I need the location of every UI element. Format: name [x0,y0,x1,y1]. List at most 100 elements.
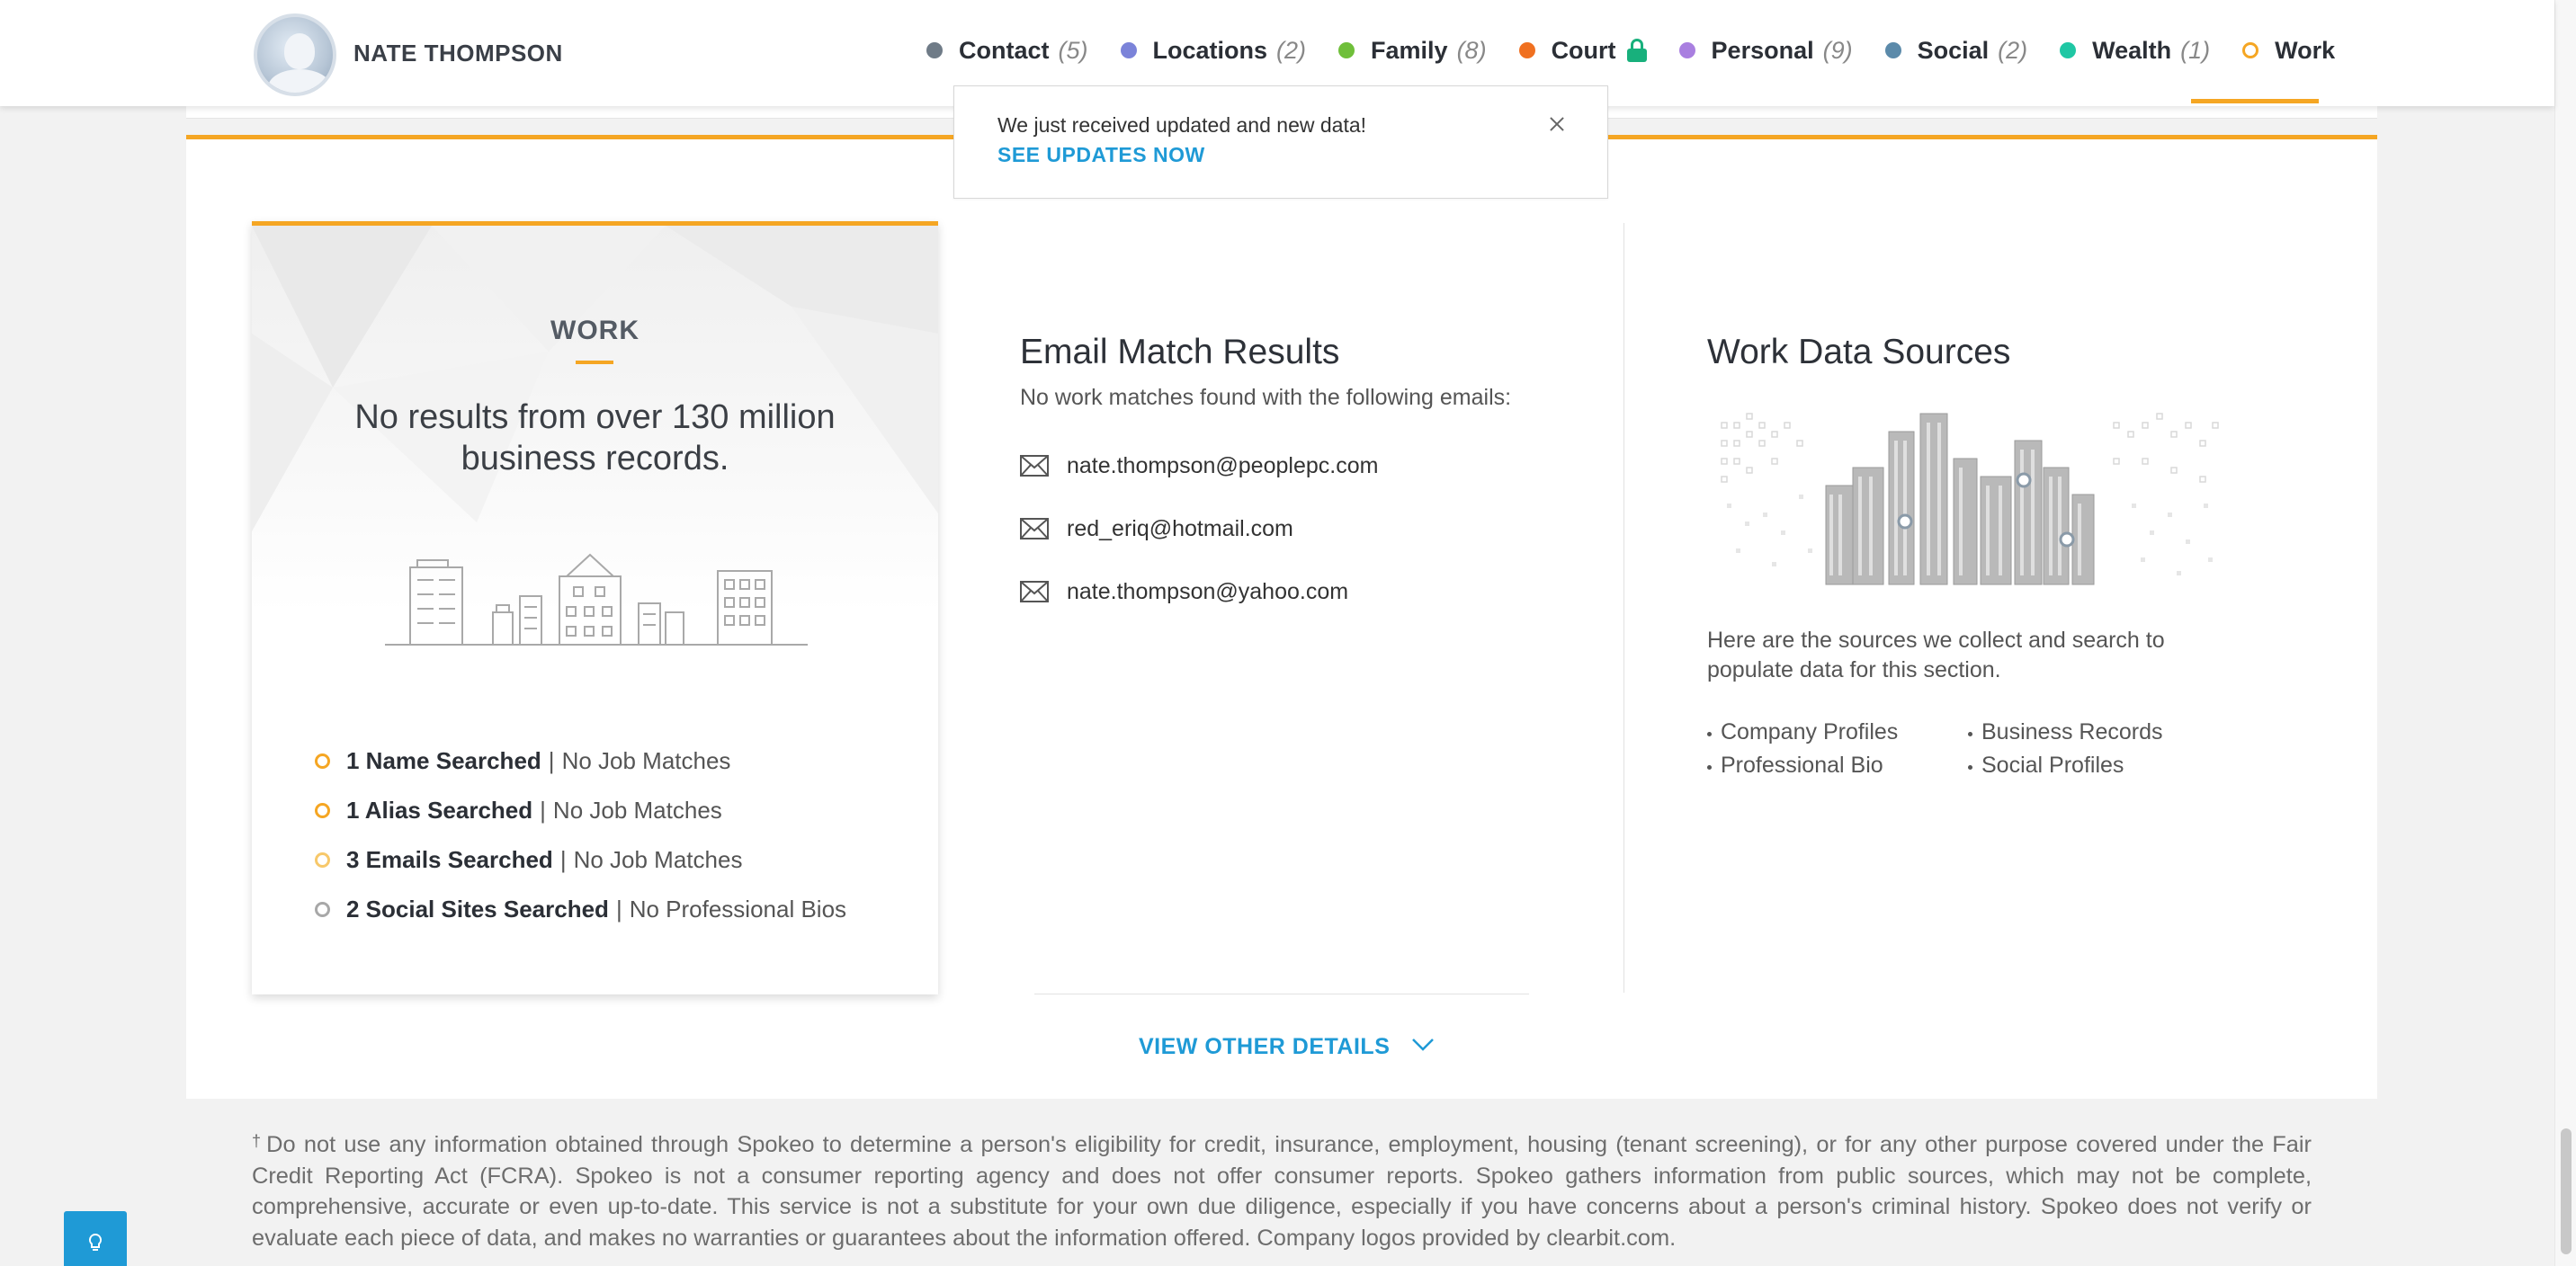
work-panel-title: WORK [550,316,640,345]
nav-label: Court [1551,36,1616,64]
nav-item-personal[interactable]: Personal (9) [1678,34,1853,67]
nav-count: (1) [2180,36,2211,64]
status-ring-icon [315,852,330,868]
nav-label: Locations [1152,36,1268,64]
email-match-heading: Email Match Results [1020,333,1340,371]
nav-label: Social [1917,36,1990,64]
social-dot-icon [1884,42,1901,58]
scrollbar-thumb[interactable] [2561,1128,2572,1254]
skyline-illustration [1721,413,2219,585]
email-address: red_eriq@hotmail.com [1067,515,1293,541]
work-summary-panel: WORK No results from over 130 million bu… [252,221,938,994]
list-item: Social Profiles [1968,753,2211,779]
email-address: nate.thompson@peoplepc.com [1067,452,1379,478]
nav-item-work[interactable]: Work [2242,34,2335,67]
nav-item-contact[interactable]: Contact (5) [926,34,1088,67]
source-label: Social Profiles [1981,753,2124,778]
envelope-icon [1020,455,1049,477]
nav-count: (8) [1456,36,1487,64]
list-item: nate.thompson@peoplepc.com [1020,434,1511,497]
update-toast: We just received updated and new data! S… [953,85,1608,199]
bullet-icon [1968,732,1972,736]
source-label: Company Profiles [1721,719,1899,744]
stat-separator: | [540,797,546,824]
view-other-details-button[interactable]: VIEW OTHER DETAILS [1139,1034,1435,1060]
bullet-icon [1707,732,1712,736]
data-sources-heading: Work Data Sources [1707,333,2011,371]
stat-detail: No Job Matches [552,797,722,824]
email-match-subtext: No work matches found with the following… [1020,385,1512,410]
work-ring-icon [2242,42,2259,58]
toast-message: We just received updated and new data! [997,113,1367,137]
status-ring-icon [315,753,330,769]
bullet-icon [1968,765,1972,770]
lock-body [1626,49,1647,62]
nav-count: (9) [1822,36,1853,64]
stat-label: 1 Alias Searched [346,797,533,824]
nav-count: (5) [1058,36,1088,64]
disclaimer-text: Do not use any information obtained thro… [252,1132,2312,1251]
avatar[interactable] [254,13,336,96]
list-item: Professional Bio [1707,753,1968,779]
email-list: nate.thompson@peoplepc.com red_eriq@hotm… [1020,434,1511,623]
stat-separator: | [559,846,567,873]
person-name: NATE THOMPSON [353,40,563,67]
locations-dot-icon [1120,42,1137,58]
nav-count: (2) [1276,36,1307,64]
nav-label: Contact [959,36,1050,64]
section-nav: Contact (5) Locations (2) Family (8) Cou… [926,34,2335,67]
list-item: Business Records [1968,719,2211,745]
email-match-column: Email Match Results No work matches foun… [1020,333,1511,623]
status-ring-icon [315,902,330,917]
data-sources-column: Work Data Sources [1707,333,2211,372]
list-item: 1 Name Searched | No Job Matches [315,736,846,786]
list-item: red_eriq@hotmail.com [1020,497,1511,560]
dagger-mark: † [252,1132,264,1150]
bullet-icon [1707,765,1712,770]
stat-separator: | [615,896,622,923]
stat-detail: No Job Matches [561,747,731,774]
nav-count: (2) [1998,36,2028,64]
title-accent-bar [576,361,613,364]
see-updates-link[interactable]: SEE UPDATES NOW [997,143,1205,167]
stat-detail: No Professional Bios [629,896,847,923]
search-stats-list: 1 Name Searched | No Job Matches 1 Alias… [315,736,846,934]
data-sources-list: Company Profiles Business Records Profes… [1707,719,2211,779]
city-buildings-icon [385,553,808,646]
active-tab-underline [2191,99,2319,103]
envelope-icon [1020,518,1049,539]
list-item: Company Profiles [1707,719,1968,745]
nav-label: Work [2275,36,2336,64]
lock-icon [1626,39,1647,62]
close-icon[interactable] [1546,113,1568,135]
column-divider [1623,223,1624,993]
nav-item-wealth[interactable]: Wealth (1) [2060,34,2210,67]
nav-item-locations[interactable]: Locations (2) [1120,34,1307,67]
family-dot-icon [1338,42,1355,58]
nav-item-family[interactable]: Family (8) [1338,34,1487,67]
page-scrollbar[interactable] [2554,0,2576,1266]
wealth-dot-icon [2060,42,2077,58]
nav-item-social[interactable]: Social (2) [1884,34,2028,67]
stat-label: 1 Name Searched [346,747,541,774]
court-dot-icon [1518,42,1535,58]
nav-item-court[interactable]: Court [1518,34,1647,67]
nav-label: Wealth [2092,36,2172,64]
lightbulb-icon [88,1233,103,1251]
contact-dot-icon [926,42,943,58]
stat-label: 3 Emails Searched [346,846,553,873]
nav-label: Personal [1711,36,1814,64]
stat-label: 2 Social Sites Searched [346,896,609,923]
view-details-label: VIEW OTHER DETAILS [1139,1034,1391,1059]
personal-dot-icon [1678,42,1695,58]
list-item: 2 Social Sites Searched | No Professiona… [315,885,846,934]
help-button[interactable] [64,1211,127,1266]
data-sources-description: Here are the sources we collect and sear… [1707,628,2165,682]
stat-detail: No Job Matches [573,846,743,873]
stat-separator: | [548,747,555,774]
source-label: Business Records [1981,719,2163,744]
avatar-shoulders-shape [268,69,331,93]
avatar-head-shape [284,33,315,69]
fcra-disclaimer: † Do not use any information obtained thr… [252,1129,2312,1253]
status-ring-icon [315,803,330,818]
